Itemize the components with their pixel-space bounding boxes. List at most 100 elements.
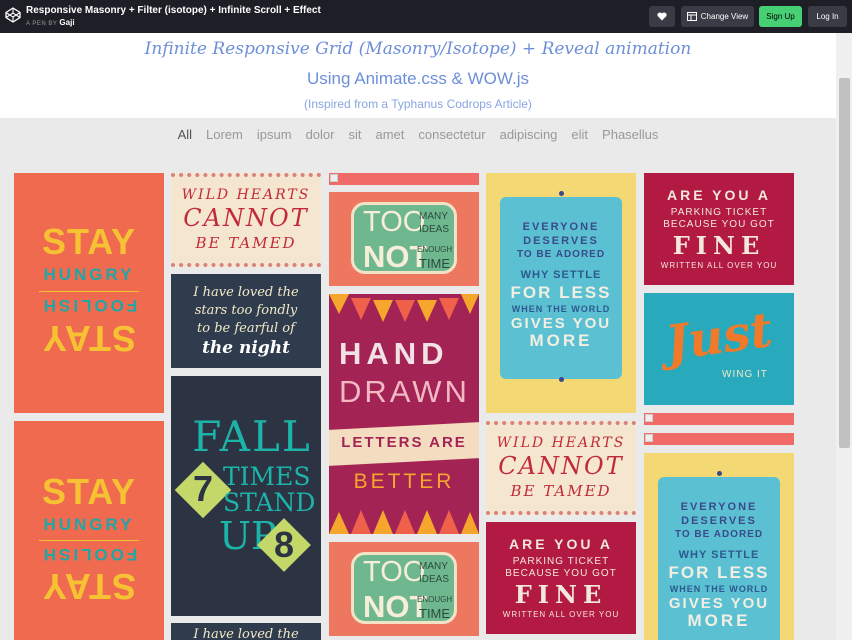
bunting-decoration xyxy=(329,504,479,534)
heart-icon xyxy=(657,12,667,21)
poster-text: TOO xyxy=(363,556,425,589)
heart-button[interactable] xyxy=(649,6,675,27)
grid-item-loved-stars-partial[interactable]: I have loved the xyxy=(171,623,321,640)
filter-sit[interactable]: sit xyxy=(341,127,368,142)
poster-text: BE TAMED xyxy=(171,234,321,252)
grid-item-hand-drawn[interactable]: HAND DRAWN LETTERS ARE BETTER xyxy=(329,294,479,534)
poster-text: WRITTEN ALL OVER YOU xyxy=(486,610,636,619)
grid-item-loading-placeholder xyxy=(329,173,479,185)
poster-text: ENOUGH xyxy=(417,245,452,254)
sign-up-button[interactable]: Sign Up xyxy=(759,6,802,27)
grid-item-loved-stars[interactable]: I have loved the stars too fondly to be … xyxy=(171,274,321,368)
poster-text: PARKING TICKET xyxy=(486,556,636,567)
poster-text: TO BE ADORED xyxy=(486,249,636,260)
poster-text: I have loved the xyxy=(171,285,321,300)
poster-text: STAY xyxy=(14,471,164,513)
poster-divider xyxy=(39,291,139,292)
poster-text: TIMES xyxy=(223,462,311,491)
poster-text: ARE YOU A xyxy=(486,536,636,552)
poster-text: STAY xyxy=(14,317,164,359)
poster-text: CANNOT xyxy=(171,204,321,232)
poster-text: WHEN THE WORLD xyxy=(644,584,794,594)
grid-item-just-wing-it[interactable]: Just WING IT xyxy=(644,293,794,405)
grid-item-wild-hearts[interactable]: WILD HEARTS CANNOT BE TAMED xyxy=(171,173,321,267)
grid-item-loading-placeholder xyxy=(644,413,794,425)
filter-dolor[interactable]: dolor xyxy=(299,127,342,142)
poster-text: WHY SETTLE xyxy=(644,549,794,561)
poster-text: STAY xyxy=(14,221,164,263)
grid-item-stay-hungry[interactable]: STAY HUNGRY FOOLISH STAY xyxy=(14,421,164,640)
grid-item-too-many-ideas[interactable]: TOO NOT MANY IDEAS ENOUGH TIME xyxy=(329,192,479,286)
poster-text: MANY xyxy=(419,211,448,222)
grid-item-loading-placeholder xyxy=(644,433,794,445)
codepen-logo-icon[interactable] xyxy=(5,7,21,23)
poster-text: DESERVES xyxy=(486,235,636,247)
poster-text: GIVES YOU xyxy=(486,315,636,332)
grid-item-everyone-deserves[interactable]: EVERYONE DESERVES TO BE ADORED WHY SETTL… xyxy=(486,173,636,413)
filter-phasellus[interactable]: Phasellus xyxy=(595,127,665,142)
poster-text: EVERYONE xyxy=(644,501,794,513)
grid-item-wild-hearts[interactable]: WILD HEARTS CANNOT BE TAMED xyxy=(486,421,636,515)
filter-all[interactable]: All xyxy=(171,127,199,142)
change-view-label: Change View xyxy=(701,12,748,21)
poster-text: FALL xyxy=(177,412,321,461)
poster-text: HUNGRY xyxy=(14,265,164,285)
poster-text: TOO xyxy=(363,206,425,239)
filter-elit[interactable]: elit xyxy=(564,127,595,142)
filter-ipsum[interactable]: ipsum xyxy=(250,127,299,142)
codepen-topbar: Responsive Masonry + Filter (isotope) + … xyxy=(0,0,852,33)
poster-text: WILD HEARTS xyxy=(486,435,636,451)
broken-image-icon xyxy=(330,174,338,182)
poster-text: IDEAS xyxy=(419,574,449,585)
filter-amet[interactable]: amet xyxy=(368,127,411,142)
grid-item-everyone-deserves[interactable]: EVERYONE DESERVES TO BE ADORED WHY SETTL… xyxy=(644,453,794,640)
poster-text: BE TAMED xyxy=(486,482,636,500)
filter-lorem[interactable]: Lorem xyxy=(199,127,250,142)
change-view-button[interactable]: Change View xyxy=(681,6,754,27)
poster-text: FOOLISH xyxy=(14,544,164,564)
grid-item-parking-ticket[interactable]: ARE YOU A PARKING TICKET BECAUSE YOU GOT… xyxy=(644,173,794,285)
broken-image-icon xyxy=(645,434,653,442)
scrollbar-thumb[interactable] xyxy=(839,78,850,448)
poster-text: Just xyxy=(644,299,794,375)
layout-icon xyxy=(687,12,697,21)
log-in-button[interactable]: Log In xyxy=(808,6,847,27)
poster-text: DRAWN xyxy=(339,374,470,410)
poster-text: BETTER xyxy=(329,470,479,494)
poster-text: LETTERS ARE xyxy=(329,434,479,451)
poster-text: FOR LESS xyxy=(486,283,636,303)
poster-text: CANNOT xyxy=(486,452,636,480)
grid-item-fall-seven-times[interactable]: FALL 7 TIMES STAND UP 8 xyxy=(171,376,321,616)
poster-text: BECAUSE YOU GOT xyxy=(644,219,794,230)
poster-text: WRITTEN ALL OVER YOU xyxy=(644,261,794,270)
poster-text: WILD HEARTS xyxy=(171,187,321,203)
poster-text: BECAUSE YOU GOT xyxy=(486,568,636,579)
author-link[interactable]: Gaji xyxy=(59,18,74,27)
page-note: (Inspired from a Typhanus Codrops Articl… xyxy=(0,97,836,111)
poster-text: GIVES YOU xyxy=(644,595,794,612)
filter-bar: All Lorem ipsum dolor sit amet consectet… xyxy=(0,127,836,142)
poster-text: MANY xyxy=(419,561,448,572)
poster-text: FOOLISH xyxy=(14,295,164,315)
poster-text: STAY xyxy=(14,565,164,607)
grid-item-too-many-ideas[interactable]: TOO NOT MANY IDEAS ENOUGH TIME xyxy=(329,542,479,636)
poster-text: TO BE ADORED xyxy=(644,529,794,540)
poster-text: HUNGRY xyxy=(14,515,164,535)
poster-text: DESERVES xyxy=(644,515,794,527)
poster-text: FOR LESS xyxy=(644,563,794,583)
filter-consectetur[interactable]: consectetur xyxy=(411,127,492,142)
poster-text: WING IT xyxy=(722,369,768,380)
grid-item-parking-ticket[interactable]: ARE YOU A PARKING TICKET BECAUSE YOU GOT… xyxy=(486,522,636,634)
poster-text: HAND xyxy=(339,336,449,372)
pin-icon xyxy=(559,377,564,382)
page-title: Infinite Responsive Grid (Masonry/Isotop… xyxy=(0,39,836,59)
filter-adipiscing[interactable]: adipiscing xyxy=(493,127,565,142)
poster-text: FINE xyxy=(644,231,794,260)
grid-item-stay-hungry[interactable]: STAY HUNGRY FOOLISH STAY xyxy=(14,173,164,413)
page-subtitle: Using Animate.css & WOW.js xyxy=(0,69,836,89)
poster-divider xyxy=(39,540,139,541)
poster-text: the night xyxy=(171,338,321,358)
poster-text: IDEAS xyxy=(419,224,449,235)
poster-text: stars too fondly xyxy=(171,303,321,318)
poster-text: TIME xyxy=(419,606,450,621)
